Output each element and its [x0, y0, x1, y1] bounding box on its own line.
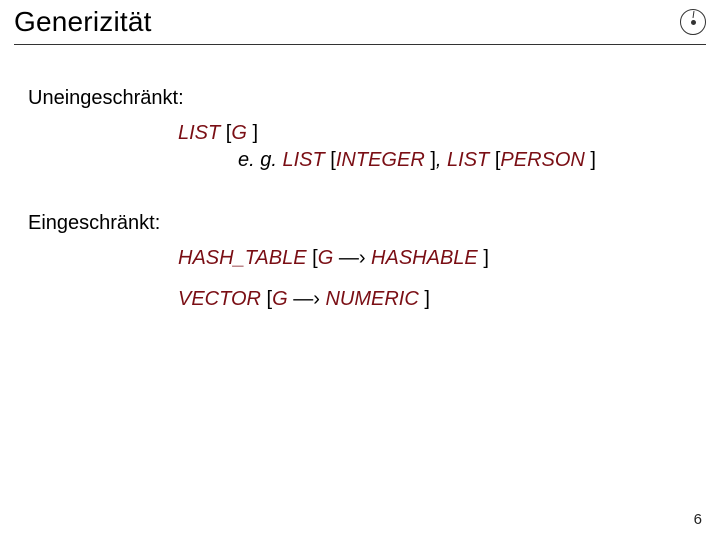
type-bound: HASHABLE [371, 247, 478, 269]
bracket-open: [ [489, 149, 500, 171]
section-unconstrained-label: Uneingeschränkt: [28, 85, 692, 112]
bracket-close: ] [585, 149, 596, 171]
type-name: PERSON [500, 149, 584, 171]
bracket-close: ] [247, 122, 258, 144]
bracket-close: ] [478, 247, 489, 269]
constrained-line-1: HASH_TABLE [G —› HASHABLE ] [178, 245, 692, 272]
type-param: G [272, 288, 288, 310]
eg-text: e. g. [238, 149, 282, 171]
slide-title: Generizität [14, 6, 152, 38]
bracket-open: [ [325, 149, 336, 171]
comma: , [436, 149, 447, 171]
constrained-line-2: VECTOR [G —› NUMERIC ] [178, 286, 692, 313]
class-name: LIST [282, 149, 324, 171]
type-param: G [231, 122, 247, 144]
class-name: LIST [447, 149, 489, 171]
unconstrained-line-1: LIST [G ] [178, 120, 692, 147]
bracket-open: [ [220, 122, 231, 144]
class-name: HASH_TABLE [178, 247, 307, 269]
bracket-close: ] [419, 288, 430, 310]
class-name: VECTOR [178, 288, 261, 310]
section-constrained-label: Eingeschränkt: [28, 210, 692, 237]
type-name: INTEGER [336, 149, 425, 171]
bracket-open: [ [307, 247, 318, 269]
slide: Generizität Uneingeschränkt: LIST [G ] e… [0, 0, 720, 540]
bracket-close: ] [425, 149, 436, 171]
type-param: G [318, 247, 334, 269]
slide-content: Uneingeschränkt: LIST [G ] e. g. LIST [I… [0, 45, 720, 313]
title-row: Generizität [0, 0, 720, 38]
unconstrained-line-2: e. g. LIST [INTEGER ], LIST [PERSON ] [238, 147, 692, 174]
type-bound: NUMERIC [325, 288, 418, 310]
bracket-open: [ [261, 288, 272, 310]
arrow: —› [288, 288, 326, 310]
clock-circle-icon [680, 9, 706, 35]
class-name: LIST [178, 122, 220, 144]
arrow: —› [333, 247, 371, 269]
page-number: 6 [694, 511, 702, 528]
